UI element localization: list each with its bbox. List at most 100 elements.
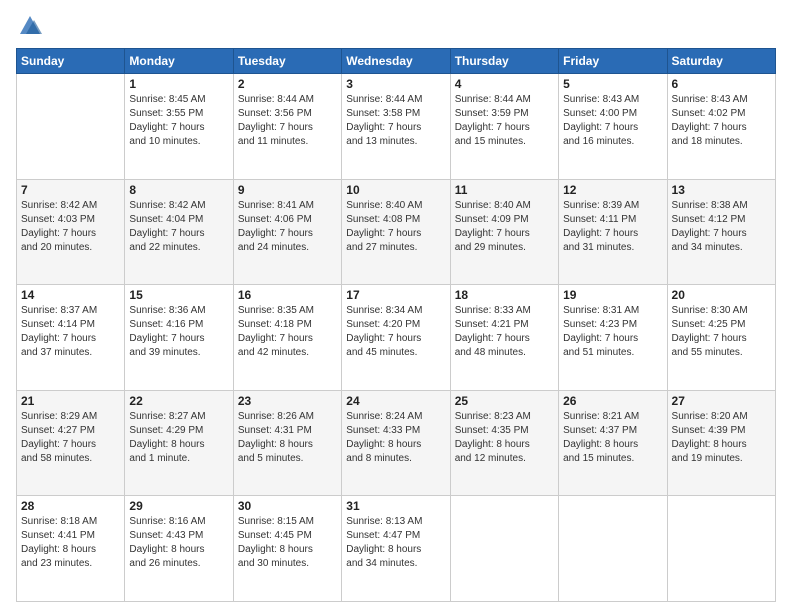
logo-icon xyxy=(16,12,44,40)
cell-content: Sunrise: 8:39 AM Sunset: 4:11 PM Dayligh… xyxy=(563,199,662,255)
day-number: 31 xyxy=(346,499,445,513)
day-number: 27 xyxy=(672,394,771,408)
cell-content: Sunrise: 8:27 AM Sunset: 4:29 PM Dayligh… xyxy=(129,410,228,466)
header-cell-friday: Friday xyxy=(559,49,667,74)
calendar-cell: 17 Sunrise: 8:34 AM Sunset: 4:20 PM Dayli… xyxy=(342,285,450,391)
calendar-cell: 27Sunrise: 8:20 AM Sunset: 4:39 PM Dayli… xyxy=(667,390,775,496)
calendar-cell: 15 Sunrise: 8:36 AM Sunset: 4:16 PM Dayli… xyxy=(125,285,233,391)
calendar-cell: 3 Sunrise: 8:44 AM Sunset: 3:58 PM Daylig… xyxy=(342,74,450,180)
header-row: SundayMondayTuesdayWednesdayThursdayFrid… xyxy=(17,49,776,74)
day-number: 15 xyxy=(129,288,228,302)
calendar-cell: 20Sunrise: 8:30 AM Sunset: 4:25 PM Dayli… xyxy=(667,285,775,391)
cell-content: Sunrise: 8:15 AM Sunset: 4:45 PM Dayligh… xyxy=(238,515,337,571)
calendar-cell: 30 Sunrise: 8:15 AM Sunset: 4:45 PM Dayli… xyxy=(233,496,341,602)
day-number: 8 xyxy=(129,183,228,197)
calendar-cell: 10 Sunrise: 8:40 AM Sunset: 4:08 PM Dayli… xyxy=(342,179,450,285)
cell-content: Sunrise: 8:18 AM Sunset: 4:41 PM Dayligh… xyxy=(21,515,120,571)
day-number: 2 xyxy=(238,77,337,91)
header-cell-monday: Monday xyxy=(125,49,233,74)
header xyxy=(16,12,776,40)
week-row-2: 7 Sunrise: 8:42 AM Sunset: 4:03 PM Daylig… xyxy=(17,179,776,285)
day-number: 9 xyxy=(238,183,337,197)
week-row-3: 14 Sunrise: 8:37 AM Sunset: 4:14 PM Dayli… xyxy=(17,285,776,391)
cell-content: Sunrise: 8:40 AM Sunset: 4:08 PM Dayligh… xyxy=(346,199,445,255)
day-number: 22 xyxy=(129,394,228,408)
calendar-cell: 18 Sunrise: 8:33 AM Sunset: 4:21 PM Dayli… xyxy=(450,285,558,391)
day-number: 13 xyxy=(672,183,771,197)
day-number: 3 xyxy=(346,77,445,91)
day-number: 1 xyxy=(129,77,228,91)
calendar-cell: 1 Sunrise: 8:45 AM Sunset: 3:55 PM Daylig… xyxy=(125,74,233,180)
day-number: 16 xyxy=(238,288,337,302)
day-number: 28 xyxy=(21,499,120,513)
calendar-cell: 29Sunrise: 8:16 AM Sunset: 4:43 PM Dayli… xyxy=(125,496,233,602)
header-cell-tuesday: Tuesday xyxy=(233,49,341,74)
calendar-cell xyxy=(17,74,125,180)
calendar-cell: 8 Sunrise: 8:42 AM Sunset: 4:04 PM Daylig… xyxy=(125,179,233,285)
calendar-header: SundayMondayTuesdayWednesdayThursdayFrid… xyxy=(17,49,776,74)
day-number: 23 xyxy=(238,394,337,408)
cell-content: Sunrise: 8:44 AM Sunset: 3:59 PM Dayligh… xyxy=(455,93,554,149)
calendar-cell: 5 Sunrise: 8:43 AM Sunset: 4:00 PM Daylig… xyxy=(559,74,667,180)
calendar-cell: 11 Sunrise: 8:40 AM Sunset: 4:09 PM Dayli… xyxy=(450,179,558,285)
header-cell-thursday: Thursday xyxy=(450,49,558,74)
cell-content: Sunrise: 8:30 AM Sunset: 4:25 PM Dayligh… xyxy=(672,304,771,360)
calendar-table: SundayMondayTuesdayWednesdayThursdayFrid… xyxy=(16,48,776,602)
cell-content: Sunrise: 8:21 AM Sunset: 4:37 PM Dayligh… xyxy=(563,410,662,466)
calendar-cell: 22 Sunrise: 8:27 AM Sunset: 4:29 PM Dayli… xyxy=(125,390,233,496)
header-cell-sunday: Sunday xyxy=(17,49,125,74)
week-row-4: 21 Sunrise: 8:29 AM Sunset: 4:27 PM Dayli… xyxy=(17,390,776,496)
cell-content: Sunrise: 8:44 AM Sunset: 3:58 PM Dayligh… xyxy=(346,93,445,149)
calendar-cell xyxy=(559,496,667,602)
calendar-cell: 24Sunrise: 8:24 AM Sunset: 4:33 PM Dayli… xyxy=(342,390,450,496)
day-number: 11 xyxy=(455,183,554,197)
cell-content: Sunrise: 8:34 AM Sunset: 4:20 PM Dayligh… xyxy=(346,304,445,360)
calendar-body: 1 Sunrise: 8:45 AM Sunset: 3:55 PM Daylig… xyxy=(17,74,776,602)
day-number: 19 xyxy=(563,288,662,302)
day-number: 10 xyxy=(346,183,445,197)
day-number: 30 xyxy=(238,499,337,513)
week-row-1: 1 Sunrise: 8:45 AM Sunset: 3:55 PM Daylig… xyxy=(17,74,776,180)
calendar-cell: 13Sunrise: 8:38 AM Sunset: 4:12 PM Dayli… xyxy=(667,179,775,285)
cell-content: Sunrise: 8:37 AM Sunset: 4:14 PM Dayligh… xyxy=(21,304,120,360)
calendar-cell: 9Sunrise: 8:41 AM Sunset: 4:06 PM Daylig… xyxy=(233,179,341,285)
calendar-cell xyxy=(667,496,775,602)
calendar-cell: 6 Sunrise: 8:43 AM Sunset: 4:02 PM Daylig… xyxy=(667,74,775,180)
cell-content: Sunrise: 8:16 AM Sunset: 4:43 PM Dayligh… xyxy=(129,515,228,571)
calendar-cell: 28 Sunrise: 8:18 AM Sunset: 4:41 PM Dayli… xyxy=(17,496,125,602)
calendar-cell: 21 Sunrise: 8:29 AM Sunset: 4:27 PM Dayli… xyxy=(17,390,125,496)
week-row-5: 28 Sunrise: 8:18 AM Sunset: 4:41 PM Dayli… xyxy=(17,496,776,602)
day-number: 21 xyxy=(21,394,120,408)
calendar-cell: 7 Sunrise: 8:42 AM Sunset: 4:03 PM Daylig… xyxy=(17,179,125,285)
calendar-cell: 16Sunrise: 8:35 AM Sunset: 4:18 PM Dayli… xyxy=(233,285,341,391)
calendar-cell: 25 Sunrise: 8:23 AM Sunset: 4:35 PM Dayli… xyxy=(450,390,558,496)
cell-content: Sunrise: 8:13 AM Sunset: 4:47 PM Dayligh… xyxy=(346,515,445,571)
day-number: 4 xyxy=(455,77,554,91)
day-number: 5 xyxy=(563,77,662,91)
day-number: 7 xyxy=(21,183,120,197)
cell-content: Sunrise: 8:43 AM Sunset: 4:02 PM Dayligh… xyxy=(672,93,771,149)
day-number: 17 xyxy=(346,288,445,302)
cell-content: Sunrise: 8:42 AM Sunset: 4:03 PM Dayligh… xyxy=(21,199,120,255)
day-number: 18 xyxy=(455,288,554,302)
day-number: 6 xyxy=(672,77,771,91)
cell-content: Sunrise: 8:42 AM Sunset: 4:04 PM Dayligh… xyxy=(129,199,228,255)
header-cell-saturday: Saturday xyxy=(667,49,775,74)
cell-content: Sunrise: 8:43 AM Sunset: 4:00 PM Dayligh… xyxy=(563,93,662,149)
cell-content: Sunrise: 8:45 AM Sunset: 3:55 PM Dayligh… xyxy=(129,93,228,149)
calendar-cell: 2Sunrise: 8:44 AM Sunset: 3:56 PM Daylig… xyxy=(233,74,341,180)
calendar-cell: 19 Sunrise: 8:31 AM Sunset: 4:23 PM Dayli… xyxy=(559,285,667,391)
day-number: 14 xyxy=(21,288,120,302)
cell-content: Sunrise: 8:33 AM Sunset: 4:21 PM Dayligh… xyxy=(455,304,554,360)
calendar-cell: 26Sunrise: 8:21 AM Sunset: 4:37 PM Dayli… xyxy=(559,390,667,496)
cell-content: Sunrise: 8:23 AM Sunset: 4:35 PM Dayligh… xyxy=(455,410,554,466)
cell-content: Sunrise: 8:40 AM Sunset: 4:09 PM Dayligh… xyxy=(455,199,554,255)
cell-content: Sunrise: 8:36 AM Sunset: 4:16 PM Dayligh… xyxy=(129,304,228,360)
page-container: SundayMondayTuesdayWednesdayThursdayFrid… xyxy=(0,0,792,612)
logo xyxy=(16,12,48,40)
calendar-cell xyxy=(450,496,558,602)
day-number: 25 xyxy=(455,394,554,408)
cell-content: Sunrise: 8:29 AM Sunset: 4:27 PM Dayligh… xyxy=(21,410,120,466)
cell-content: Sunrise: 8:31 AM Sunset: 4:23 PM Dayligh… xyxy=(563,304,662,360)
day-number: 12 xyxy=(563,183,662,197)
